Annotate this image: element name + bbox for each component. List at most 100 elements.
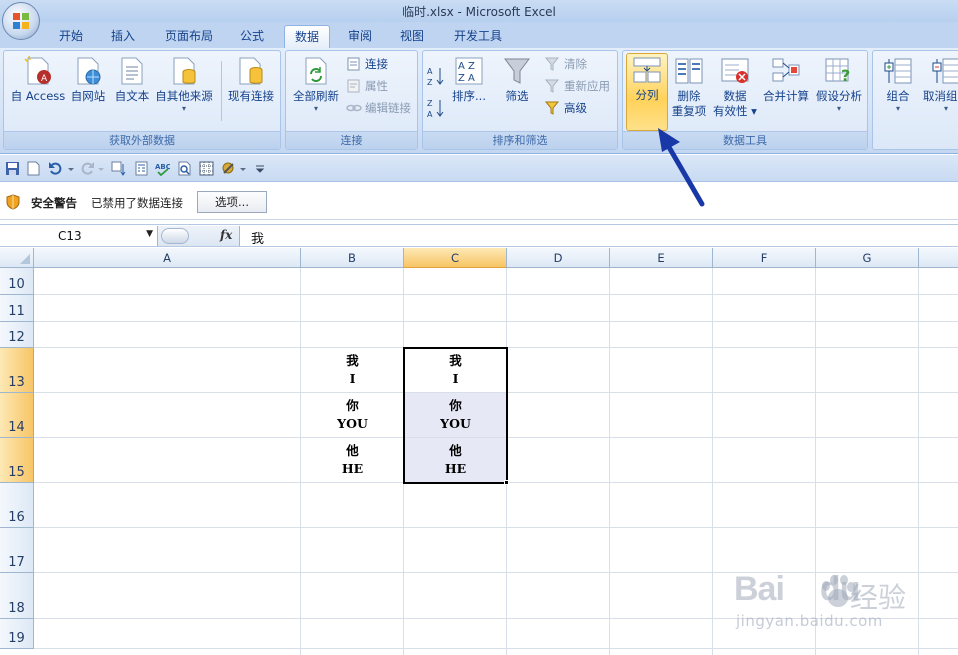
print-preview-icon[interactable] [177,161,192,176]
cell-b15[interactable]: 他 HE [301,442,404,478]
svg-text:Z: Z [427,99,433,108]
office-logo-icon [13,13,29,29]
dropdown-arrow-icon: ▾ [313,104,318,113]
existing-connections-button[interactable]: 现有连接 [224,55,278,129]
svg-text:?: ? [841,66,850,85]
svg-text:A Z: A Z [458,61,475,72]
advanced-filter-button[interactable]: 高级 [545,99,587,117]
text-to-columns-button[interactable]: 分列 [626,53,668,131]
data-validation-button[interactable]: 数据 有效性 ▾ [711,55,759,129]
what-if-analysis-button[interactable]: ? 假设分析 ▾ [812,55,866,129]
filter-button[interactable]: 筛选 [497,55,537,129]
refresh-all-label: 全部刷新 [293,89,339,103]
refresh-all-button[interactable]: 全部刷新 ▾ [288,55,344,129]
tab-page-layout[interactable]: 页面布局 [157,25,221,48]
row-header-12[interactable]: 12 [0,322,34,348]
chevron-down-icon[interactable]: ▼ [146,229,153,239]
select-all-corner[interactable] [0,248,34,268]
tools-icon[interactable] [221,161,236,176]
column-header-f[interactable]: F [713,248,816,268]
customize-toolbar-icon[interactable] [255,161,265,176]
column-header-c[interactable]: C [404,248,507,268]
redo-icon [81,162,94,175]
new-document-icon[interactable] [26,161,41,176]
security-warning-bar: 安全警告 已禁用了数据连接 选项... [0,183,958,220]
column-header-next[interactable] [919,248,958,268]
row-header-17[interactable]: 17 [0,528,34,573]
save-icon[interactable] [5,161,20,176]
sort-button[interactable]: A ZZ A 排序... [449,55,489,129]
data-validation-label-2: 有效性 ▾ [713,104,757,118]
cell-b14[interactable]: 你 YOU [301,397,404,433]
row-header-18[interactable]: 18 [0,573,34,619]
sort-descending-button[interactable]: ZA [427,97,448,119]
insert-function-icon[interactable]: fx [220,228,232,242]
row-header-11[interactable]: 11 [0,295,34,322]
row-header-10[interactable]: 10 [0,268,34,295]
undo-dropdown-icon[interactable] [67,161,75,176]
tab-home[interactable]: 开始 [50,25,92,48]
ribbon: A 自 Access 自网站 自文本 自其他来源 ▾ 现有连接 获取外部数据 全… [0,48,958,154]
row-header-14[interactable]: 14 [0,393,34,438]
from-access-button[interactable]: A 自 Access [6,55,70,129]
tab-developer[interactable]: 开发工具 [444,25,512,48]
row-header-16[interactable]: 16 [0,483,34,528]
tab-view[interactable]: 视图 [391,25,433,48]
row-header-15[interactable]: 15 [0,438,34,483]
column-header-b[interactable]: B [301,248,404,268]
from-other-sources-button[interactable]: 自其他来源 ▾ [152,55,216,129]
row-header-19[interactable]: 19 [0,619,34,649]
tab-review[interactable]: 审阅 [339,25,381,48]
tab-insert[interactable]: 插入 [102,25,144,48]
column-header-g[interactable]: G [816,248,919,268]
data-validation-icon [721,58,749,83]
column-header-a[interactable]: A [34,248,301,268]
sort-label: 排序... [452,89,486,103]
column-header-e[interactable]: E [610,248,713,268]
calculator-icon[interactable] [134,161,149,176]
formula-bar-resize-handle[interactable] [161,228,189,244]
security-options-button[interactable]: 选项... [197,191,267,213]
undo-icon[interactable] [48,161,63,176]
from-web-button[interactable]: 自网站 [66,55,110,129]
formula-input[interactable]: 我 [251,228,264,247]
annotation-arrow-icon [658,128,705,207]
name-box-value: C13 [58,229,82,243]
spelling-icon[interactable]: ABC [155,161,170,176]
security-warning-message: 已禁用了数据连接 [91,196,183,210]
quick-access-toolbar: ABC [0,155,958,182]
tab-data[interactable]: 数据 [284,25,330,48]
sort-ascending-button[interactable]: AZ [427,65,448,87]
office-button[interactable] [2,2,40,40]
cell-b13[interactable]: 我I [301,352,404,388]
group-external-data: A 自 Access 自网站 自文本 自其他来源 ▾ 现有连接 获取外部数据 [3,50,281,150]
tools-dropdown-icon[interactable] [239,161,247,176]
text-to-columns-icon [633,57,661,83]
properties-label: 属性 [365,79,388,93]
window-title: 临时.xlsx - Microsoft Excel [402,5,556,19]
name-box[interactable]: C13 ▼ [0,226,158,246]
link-icon [346,104,362,112]
fill-handle[interactable] [504,480,509,485]
svg-text:Z A: Z A [458,73,475,84]
ribbon-tab-bar: 开始 插入 页面布局 公式 数据 审阅 视图 开发工具 [0,22,958,48]
from-text-button[interactable]: 自文本 [110,55,154,129]
remove-duplicates-label-1: 删除 [677,89,701,103]
row-header-13[interactable]: 13 [0,348,34,393]
group-external-data-label: 获取外部数据 [4,131,280,149]
connections-label: 连接 [365,57,388,71]
ungroup-rows-icon [932,58,958,84]
consolidate-button[interactable]: 合并计算 [760,55,812,129]
tab-formulas[interactable]: 公式 [231,25,273,48]
text-file-icon [121,57,143,85]
group-rows-icon [884,58,912,84]
connections-button[interactable]: 连接 [346,55,388,73]
group-button[interactable]: 组合 ▾ [877,55,919,129]
ungroup-button[interactable]: 取消组合 ▾ [919,55,958,129]
remove-duplicates-button[interactable]: 删除 重复项 [667,55,711,129]
remove-duplicates-label-2: 重复项 [671,104,707,118]
column-header-d[interactable]: D [507,248,610,268]
sort-toolbar-icon[interactable] [111,161,126,176]
dropdown-arrow-icon: ▾ [836,104,841,113]
borders-icon[interactable] [199,161,214,176]
